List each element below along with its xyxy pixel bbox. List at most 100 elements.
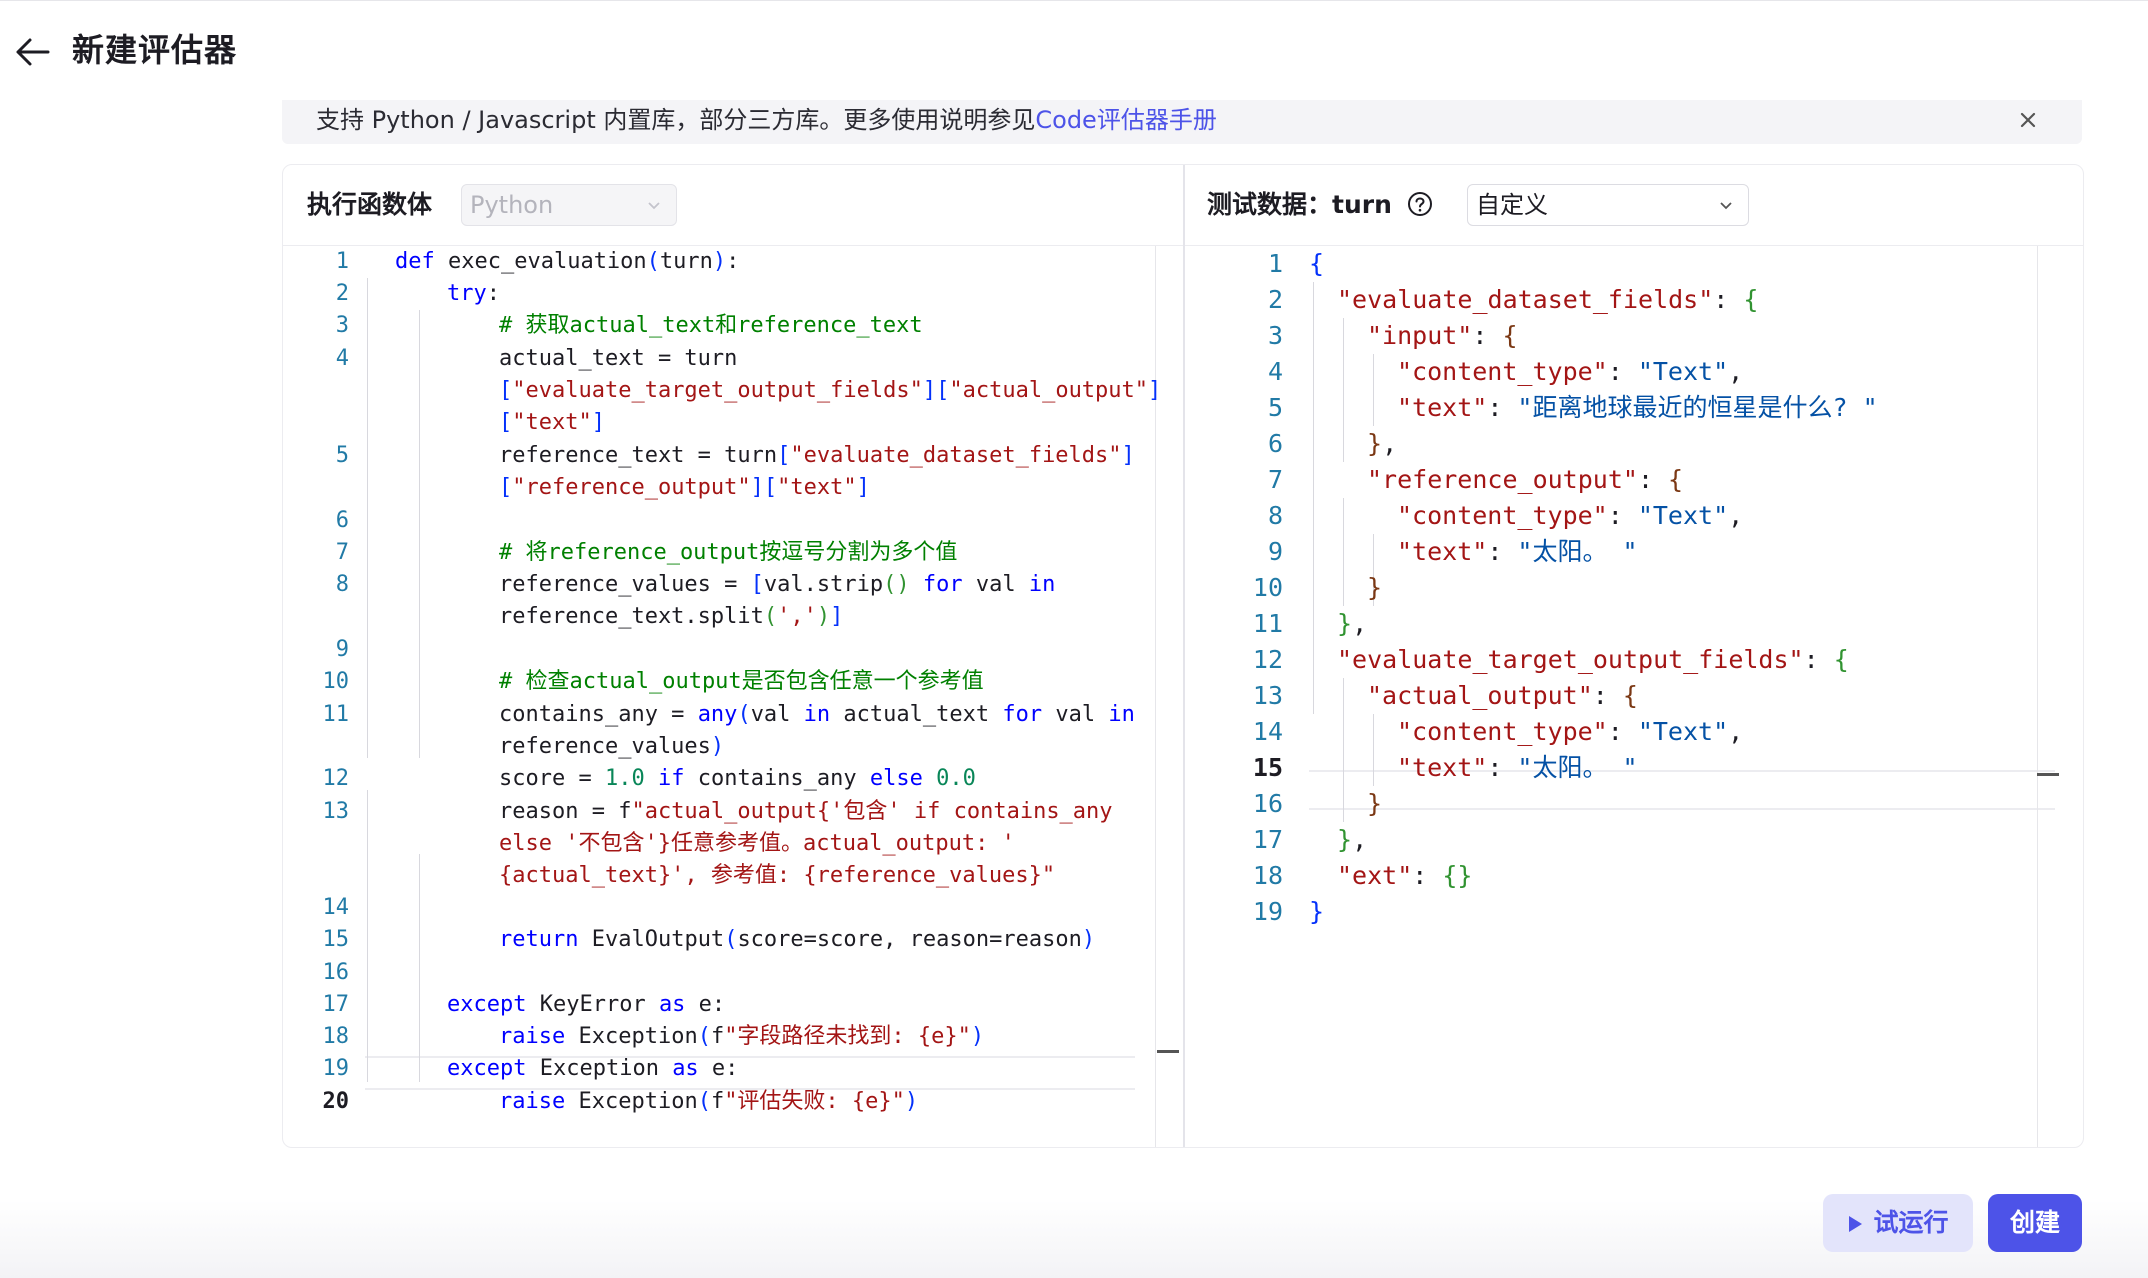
test-data-header: 测试数据：turn 自定义 (1185, 165, 2083, 246)
line-number: 14 (1252, 717, 1283, 746)
line-number: 16 (322, 960, 350, 985)
indent-guide (1373, 354, 1374, 426)
top-border (0, 0, 2148, 1)
line-number: 10 (1252, 573, 1283, 602)
line-number: 13 (322, 799, 350, 824)
line-number: 8 (1267, 501, 1283, 530)
line-number: 13 (1252, 681, 1283, 710)
line-number: 12 (322, 766, 350, 791)
code-line-1: def exec_evaluation(turn): (395, 249, 740, 274)
json-line-8: "content_type": "Text", (1397, 501, 1744, 530)
indent-guide (1343, 678, 1344, 822)
line-number: 2 (1267, 285, 1283, 314)
test-data-select-value: 自定义 (1476, 191, 1548, 219)
question-circle-icon[interactable] (1407, 191, 1433, 217)
page-title: 新建评估器 (72, 31, 238, 69)
line-number: 9 (1267, 537, 1283, 566)
code-editor[interactable]: 1 2 3 4 5 6 7 8 9 10 11 12 13 14 15 16 1… (283, 246, 1179, 1147)
json-line-4: "content_type": "Text", (1397, 357, 1744, 386)
json-line-18: "ext": {} (1337, 861, 1473, 890)
json-line-15: "text": "太阳。 " (1397, 753, 1638, 782)
line-number: 17 (1252, 825, 1283, 854)
back-button[interactable] (12, 34, 52, 70)
create-button[interactable]: 创建 (1988, 1194, 2082, 1252)
line-number: 4 (335, 346, 349, 371)
editor-scrollbar[interactable] (2037, 246, 2038, 1147)
code-line-2: try: (447, 281, 500, 306)
json-line-17: }, (1337, 825, 1368, 854)
line-number: 11 (322, 702, 350, 727)
indent-guide (1343, 498, 1344, 606)
line-number: 7 (335, 540, 349, 565)
line-number: 10 (322, 669, 350, 694)
indent-guide (1313, 282, 1314, 714)
code-line-4: actual_text = turn (499, 346, 738, 371)
scroll-position-marker (2037, 773, 2059, 776)
line-number: 3 (1267, 321, 1283, 350)
line-number: 5 (335, 443, 349, 468)
function-body-label: 执行函数体 (307, 190, 433, 219)
create-label: 创建 (2009, 1208, 2060, 1237)
banner-close-button[interactable] (2014, 106, 2042, 134)
json-line-5: "text": "距离地球最近的恒星是什么? " (1397, 393, 1878, 422)
line-number: 8 (335, 572, 349, 597)
line-number: 11 (1252, 609, 1283, 638)
code-line-18: raise Exception(f"字段路径未找到: {e}") (499, 1024, 985, 1049)
line-number: 18 (322, 1024, 350, 1049)
banner-text: 支持 Python / Javascript 内置库，部分三方库。更多使用说明参… (316, 106, 1036, 134)
code-line-4-wrap: ["evaluate_target_output_fields"]["actua… (499, 378, 1162, 403)
code-line-13: reason = f"actual_output{'包含' if contain… (499, 799, 1113, 824)
line-number: 17 (322, 992, 350, 1017)
json-line-19: } (1309, 897, 1325, 926)
json-line-14: "content_type": "Text", (1397, 717, 1744, 746)
code-line-15: return EvalOutput(score=score, reason=re… (499, 927, 1096, 952)
code-line-12: score = 1.0 if contains_any else 0.0 (499, 766, 976, 791)
language-select: Python (461, 184, 677, 226)
line-number-active: 20 (322, 1089, 350, 1114)
line-number: 6 (335, 508, 349, 533)
scroll-position-marker (1157, 1050, 1179, 1053)
try-run-label: 试运行 (1873, 1208, 1949, 1237)
json-line-3: "input": { (1367, 321, 1518, 350)
json-line-11: }, (1337, 609, 1368, 638)
try-run-button[interactable]: 试运行 (1823, 1194, 1973, 1252)
code-line-8-wrap: reference_text.split(',')] (499, 604, 844, 629)
test-data-select[interactable]: 自定义 (1467, 184, 1749, 226)
language-select-value: Python (470, 191, 554, 219)
info-banner: 支持 Python / Javascript 内置库，部分三方库。更多使用说明参… (282, 100, 2082, 144)
indent-guide (419, 854, 420, 1082)
code-line-7: # 将reference_output按逗号分割为多个值 (499, 540, 958, 565)
code-line-13-wrap: {actual_text}', 参考值: {reference_values}" (499, 863, 1056, 888)
line-number: 6 (1267, 429, 1283, 458)
code-line-17: except KeyError as e: (447, 992, 726, 1017)
line-number: 1 (1267, 249, 1283, 278)
json-line-10: } (1367, 573, 1383, 602)
chevron-down-icon (648, 202, 660, 210)
line-number: 16 (1252, 789, 1283, 818)
json-line-2: "evaluate_dataset_fields": { (1337, 285, 1759, 314)
line-number: 3 (335, 313, 349, 338)
indent-guide (1343, 318, 1344, 462)
indent-guide (419, 310, 420, 758)
line-number: 15 (322, 927, 350, 952)
code-line-5: reference_text = turn["evaluate_dataset_… (499, 443, 1135, 468)
play-icon (1849, 1216, 1863, 1232)
line-number: 7 (1267, 465, 1283, 494)
test-data-json-editor[interactable]: 1 2 3 4 5 6 7 8 9 10 11 12 13 14 15 16 1… (1185, 246, 2059, 1147)
banner-text-container: 支持 Python / Javascript 内置库，部分三方库。更多使用说明参… (316, 102, 1217, 138)
test-data-label: 测试数据：turn (1207, 190, 1392, 219)
code-line-13-wrap: else '不包含'}任意参考值。actual_output: ' (499, 831, 1015, 856)
line-number: 19 (322, 1056, 350, 1081)
json-line-12: "evaluate_target_output_fields": { (1337, 645, 1849, 674)
function-body-header: 执行函数体 Python (283, 165, 1183, 246)
code-line-4-wrap: ["text"] (499, 410, 605, 435)
line-number: 12 (1252, 645, 1283, 674)
line-number-active: 15 (1252, 753, 1283, 782)
line-number: 14 (322, 895, 350, 920)
json-line-6: }, (1367, 429, 1398, 458)
line-number: 19 (1252, 897, 1283, 926)
code-evaluator-manual-link[interactable]: Code评估器手册 (1035, 106, 1216, 134)
line-number: 4 (1267, 357, 1283, 386)
line-number: 5 (1267, 393, 1283, 422)
code-line-5-wrap: ["reference_output"]["text"] (499, 475, 870, 500)
